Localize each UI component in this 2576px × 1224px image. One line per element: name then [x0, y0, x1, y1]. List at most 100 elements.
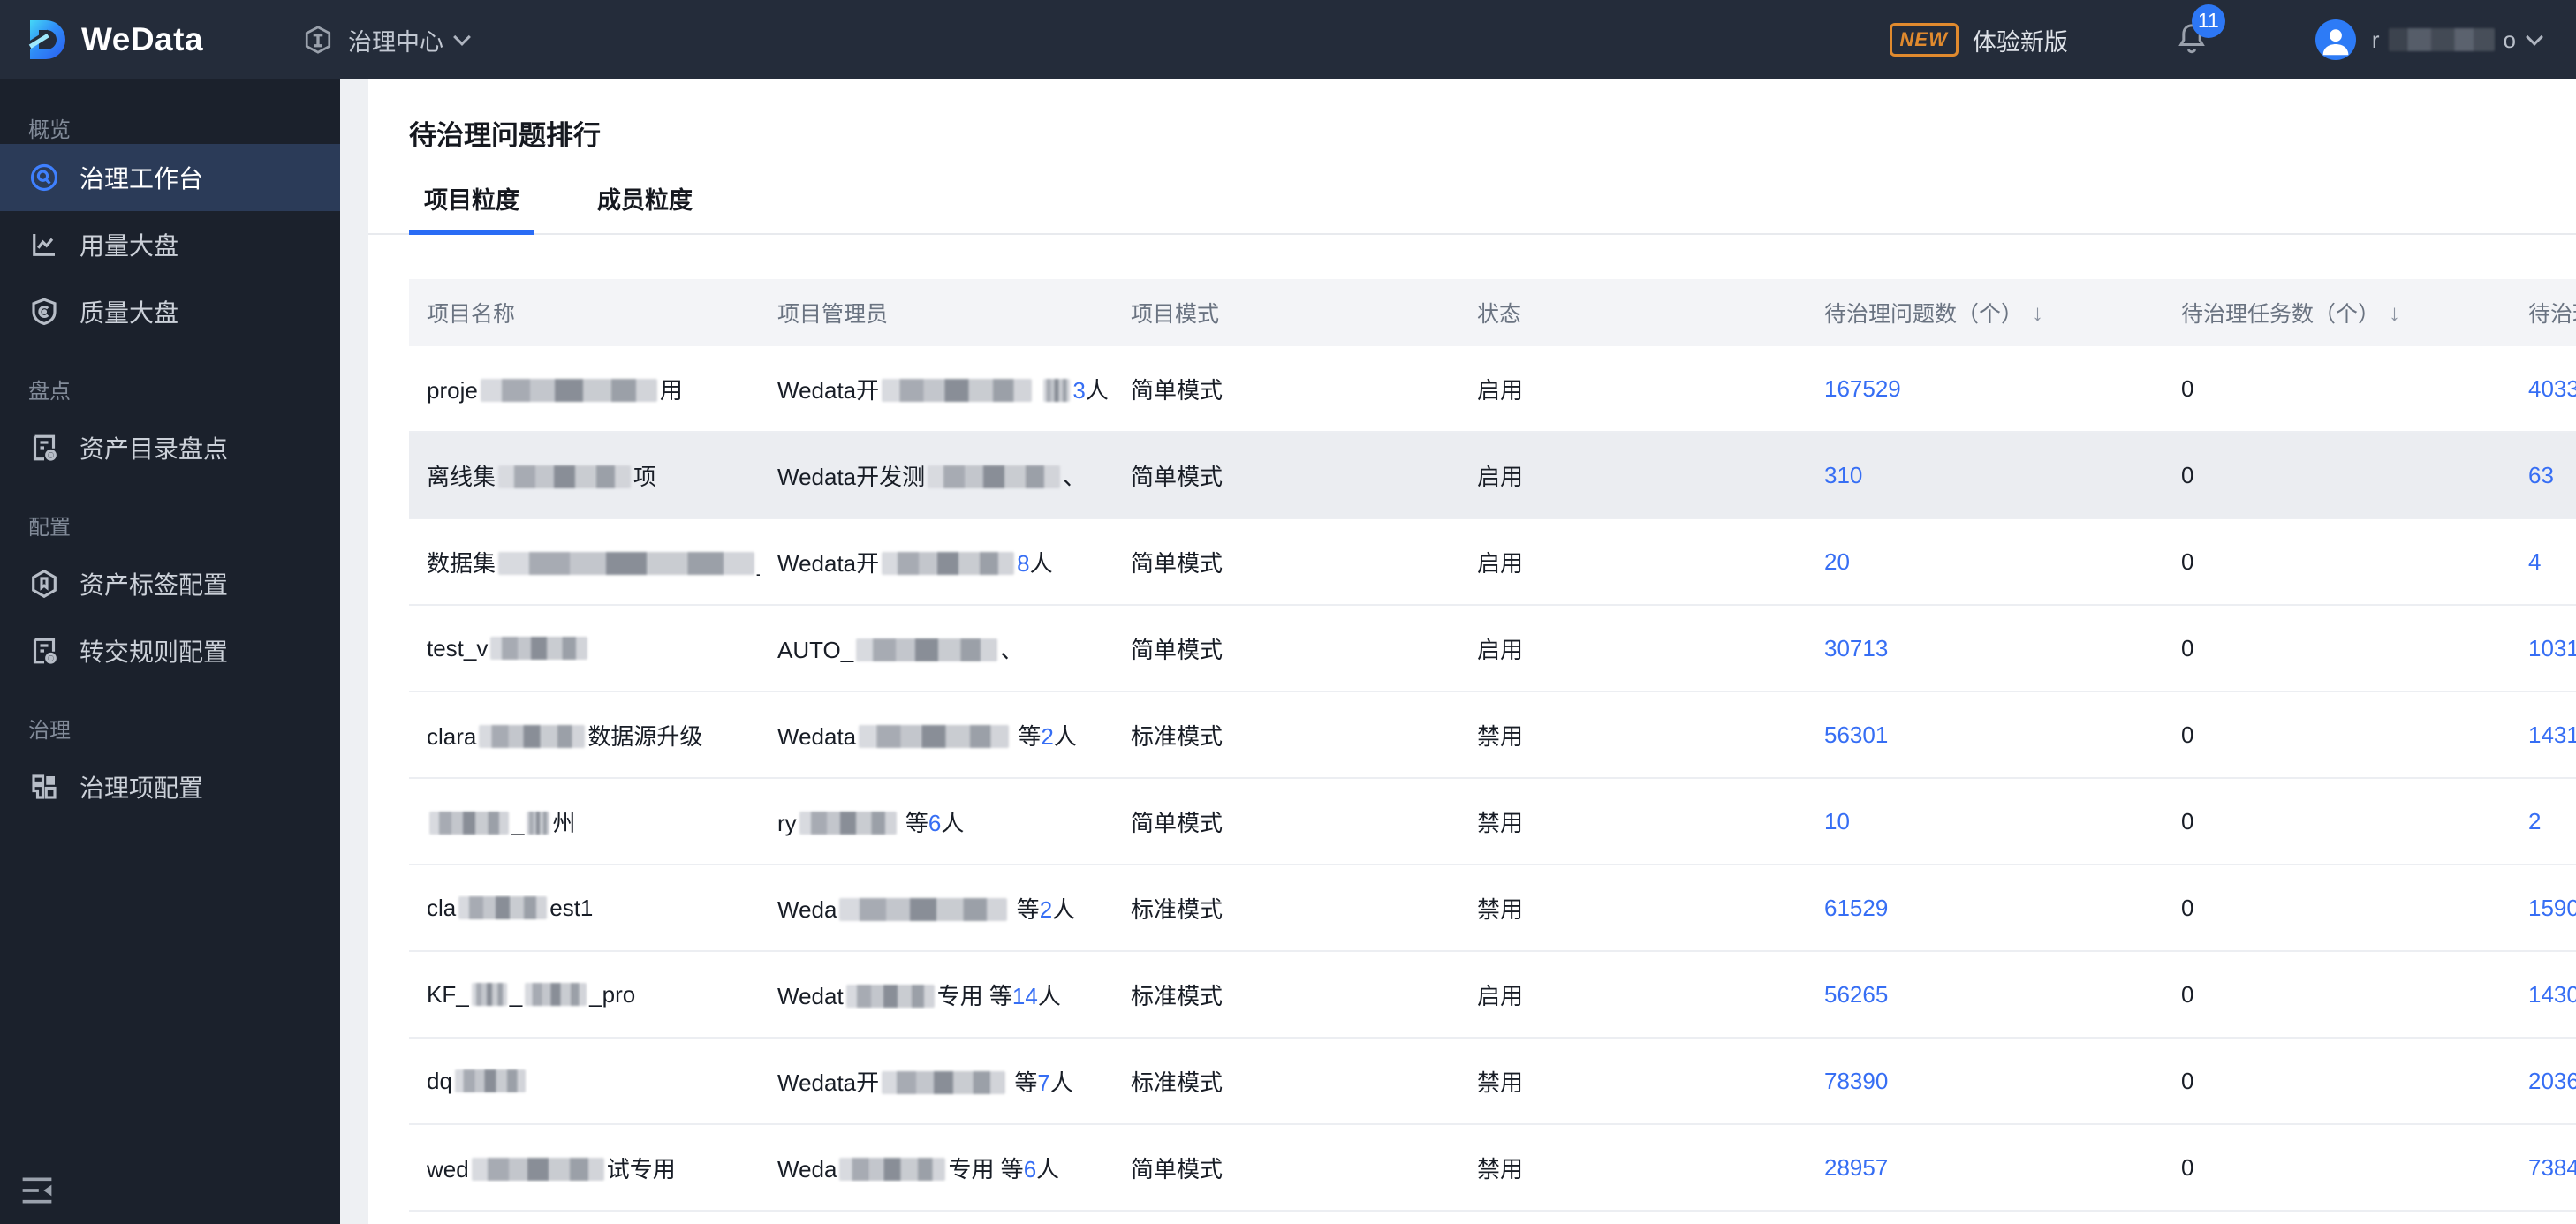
issues-count-link[interactable]: 10	[1824, 808, 1850, 835]
table-row: 数据集_ Wedata开 8人 简单模式 启用 20 0 4	[409, 519, 2576, 606]
extra-count-link[interactable]: 4	[2528, 548, 2541, 575]
sidebar-item-label: 资产标签配置	[80, 571, 229, 599]
quality-shield-icon	[28, 296, 60, 328]
governance-item-icon	[28, 771, 60, 803]
column-header-project-name: 项目名称	[427, 302, 516, 327]
project-admin: Wedata 等2人	[760, 719, 1113, 752]
project-status: 启用	[1477, 376, 1524, 404]
issues-count-link[interactable]: 30713	[1824, 635, 1888, 661]
try-new-version-link[interactable]: 体验新版	[1973, 23, 2068, 57]
column-header-issues-count[interactable]: 待治理问题数（个） ↓	[1807, 297, 2163, 329]
redacted-text	[859, 724, 1010, 748]
product-switcher[interactable]: 治理中心	[302, 23, 471, 57]
product-switcher-label: 治理中心	[348, 28, 444, 56]
sidebar-item-asset-catalog[interactable]: 资产目录盘点	[0, 414, 340, 481]
table-row: test_v AUTO_ 、 简单模式 启用 30713 0 10316	[409, 606, 2576, 692]
text-fragment: dq	[427, 1067, 452, 1094]
issues-count-link[interactable]: 78390	[1824, 1068, 1888, 1094]
project-name: KF_ _ _pro	[409, 981, 760, 1009]
member-count: 6	[1023, 1155, 1037, 1182]
tasks-count: 0	[2181, 1153, 2194, 1181]
redacted-text	[454, 1069, 526, 1092]
project-admin: Weda 等2人	[760, 892, 1113, 925]
sidebar-section-inventory: 盘点	[28, 380, 71, 404]
sidebar-item-label: 治理项配置	[80, 774, 204, 802]
extra-count-link[interactable]: 15907	[2528, 895, 2576, 921]
asset-tag-icon	[28, 568, 60, 600]
text-fragment: clara	[427, 722, 477, 750]
text-fragment: 人	[1036, 1155, 1060, 1182]
redacted-text	[882, 551, 1015, 575]
sidebar-section-overview: 概览	[28, 118, 71, 142]
extra-count-link[interactable]: 4033	[2528, 375, 2576, 402]
extra-count-link[interactable]: 2	[2528, 808, 2541, 835]
usage-chart-icon	[28, 229, 60, 261]
sort-desc-icon[interactable]: ↓	[2032, 299, 2043, 327]
extra-count-link[interactable]: 7384	[2528, 1154, 2576, 1181]
chevron-down-icon	[2526, 28, 2543, 46]
text-fragment: 等	[1008, 1069, 1038, 1096]
redacted-text	[845, 984, 935, 1008]
extra-count-link[interactable]: 14316	[2528, 722, 2576, 748]
issues-count-link[interactable]: 20	[1824, 548, 1850, 575]
issues-count-link[interactable]: 167529	[1824, 375, 1901, 402]
sidebar-item-label: 用量大盘	[80, 232, 179, 260]
extra-count-link[interactable]: 14308	[2528, 981, 2576, 1008]
column-header-tasks-count[interactable]: 待治理任务数（个） ↓	[2163, 297, 2511, 329]
text-fragment: 人	[1053, 722, 1077, 750]
member-count: 7	[1037, 1069, 1050, 1096]
extra-count-link[interactable]: 63	[2528, 462, 2554, 488]
table-row: dq Wedata开 等7人 标准模式 禁用 78390 0 2036	[409, 1039, 2576, 1125]
column-header-project-mode: 项目模式	[1131, 302, 1220, 327]
sidebar-item-governance-item-config[interactable]: 治理项配置	[0, 753, 340, 820]
member-count: 6	[928, 809, 942, 836]
project-status: 启用	[1477, 982, 1524, 1009]
issues-count-link[interactable]: 310	[1824, 462, 1862, 488]
sidebar-item-asset-tag-config[interactable]: 资产标签配置	[0, 550, 340, 617]
project-mode: 标准模式	[1131, 722, 1224, 750]
text-fragment: Wedata	[777, 722, 857, 750]
issues-count-link[interactable]: 61529	[1824, 895, 1888, 921]
table-row: _ 州 ry 等6人 简单模式 禁用 10 0 2	[409, 779, 2576, 865]
sidebar-item-transfer-rule-config[interactable]: 转交规则配置	[0, 617, 340, 684]
member-count: 2	[1039, 895, 1053, 923]
project-admin: Wedata开 等7人	[760, 1065, 1113, 1098]
account-menu[interactable]: r o	[2315, 19, 2543, 60]
project-mode: 简单模式	[1131, 1155, 1224, 1182]
text-fragment: 、	[1063, 463, 1087, 490]
redacted-text	[856, 638, 998, 661]
text-fragment: 人	[1052, 895, 1076, 923]
username-prefix: r	[2371, 26, 2380, 53]
governance-center-icon	[305, 26, 331, 54]
sidebar-item-label: 质量大盘	[80, 299, 179, 327]
text-fragment: 人	[1029, 549, 1053, 577]
text-fragment: test_v	[427, 634, 489, 661]
project-admin: Weda 专用 等6人	[760, 1152, 1113, 1184]
project-name: 数据集_	[409, 546, 760, 578]
sidebar-collapse-button[interactable]	[18, 1173, 57, 1208]
project-admin: Wedata开 3人	[760, 373, 1113, 405]
tasks-count: 0	[2181, 1067, 2194, 1094]
text-fragment: 专用 等	[948, 1155, 1024, 1182]
ranking-table: 项目名称 项目管理员 项目模式 状态 待治理问题数（个） ↓ 待治理任务数（个） ↓…	[409, 279, 2576, 1212]
project-admin: AUTO_ 、	[760, 632, 1113, 665]
sort-desc-icon[interactable]: ↓	[2389, 299, 2400, 327]
text-fragment: est1	[549, 894, 594, 921]
notifications-button[interactable]: 11	[2174, 4, 2225, 60]
issues-count-link[interactable]: 28957	[1824, 1154, 1888, 1181]
text-fragment: wed	[427, 1155, 469, 1182]
redacted-text	[490, 636, 588, 660]
tab-project-granularity[interactable]: 项目粒度	[409, 181, 534, 235]
sidebar-item-usage-dashboard[interactable]: 用量大盘	[0, 211, 340, 278]
redacted-text	[525, 982, 587, 1006]
tab-member-granularity[interactable]: 成员粒度	[582, 181, 708, 233]
extra-count-link[interactable]: 2036	[2528, 1068, 2576, 1094]
redacted-text	[527, 811, 550, 835]
redacted-text	[882, 1070, 1006, 1094]
sidebar-item-quality-dashboard[interactable]: 质量大盘	[0, 278, 340, 345]
extra-count-link[interactable]: 10316	[2528, 635, 2576, 661]
issues-count-link[interactable]: 56301	[1824, 722, 1888, 748]
redacted-username	[2388, 28, 2495, 51]
sidebar-item-governance-workbench[interactable]: 治理工作台	[0, 144, 340, 211]
issues-count-link[interactable]: 56265	[1824, 981, 1888, 1008]
